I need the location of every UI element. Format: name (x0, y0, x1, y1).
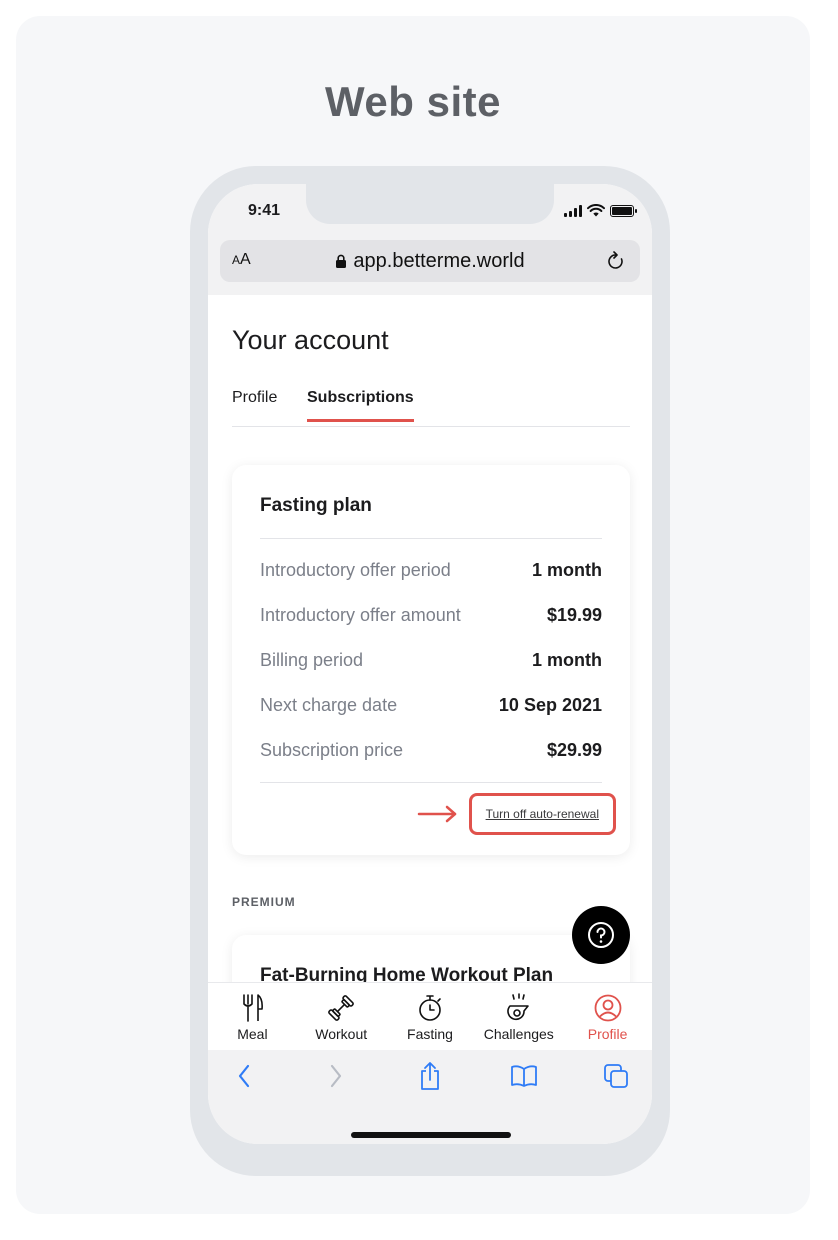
browser-chrome: 9:41 AA app.betterme.world (208, 184, 652, 295)
divider (260, 538, 602, 539)
nav-item-meal[interactable]: Meal (208, 992, 296, 1042)
share-button[interactable] (410, 1060, 450, 1092)
plan-title: Fasting plan (260, 495, 372, 516)
plan-row: Billing period 1 month (260, 647, 602, 673)
row-label: Billing period (260, 649, 364, 670)
plan-row: Introductory offer amount $19.99 (260, 602, 602, 628)
page-title: Your account (232, 325, 389, 355)
status-time: 9:41 (248, 202, 281, 219)
notch (306, 184, 554, 224)
reload-icon[interactable] (606, 250, 626, 272)
tab-subscriptions[interactable]: Subscriptions (307, 389, 414, 422)
nav-item-challenges[interactable]: Challenges (475, 992, 563, 1042)
url-text: app.betterme.world (353, 250, 525, 272)
row-label: Subscription price (260, 739, 404, 760)
phone-frame: 9:41 AA app.betterme.world Your account … (190, 166, 670, 1176)
chevron-left-icon (238, 1064, 250, 1088)
profile-icon (593, 992, 623, 1024)
highlight-box: Turn off auto-renewal (468, 793, 616, 835)
safari-toolbar (208, 1050, 652, 1144)
turn-off-auto-renewal-link[interactable]: Turn off auto-renewal (486, 807, 599, 821)
row-value: $19.99 (546, 604, 602, 625)
account-tabs: Profile Subscriptions (232, 387, 630, 427)
plan-row: Introductory offer period 1 month (260, 557, 602, 583)
nav-item-profile[interactable]: Profile (564, 992, 652, 1042)
section-label: PREMIUM (232, 895, 296, 909)
lock-icon (336, 254, 347, 269)
nav-item-workout[interactable]: Workout (297, 992, 385, 1042)
row-label: Introductory offer amount (260, 604, 461, 625)
row-value: 1 month (532, 649, 602, 670)
arrow-right-icon (417, 805, 456, 823)
whistle-icon (504, 992, 534, 1024)
question-icon (588, 922, 614, 948)
tabs-button[interactable] (596, 1060, 636, 1092)
address-bar[interactable]: AA app.betterme.world (220, 240, 640, 282)
status-icons (564, 204, 637, 217)
back-button[interactable] (224, 1060, 264, 1092)
forward-button[interactable] (316, 1060, 356, 1092)
signal-icon (564, 204, 582, 217)
book-icon (511, 1065, 537, 1087)
page-heading: Web site (325, 78, 501, 125)
nav-item-fasting[interactable]: Fasting (386, 992, 474, 1042)
tab-profile[interactable]: Profile (232, 389, 277, 407)
tabs-icon (604, 1064, 628, 1088)
home-indicator (351, 1132, 511, 1138)
row-value: 1 month (532, 559, 602, 580)
chevron-right-icon (330, 1064, 342, 1088)
web-content: Your account Profile Subscriptions Fasti… (208, 295, 652, 1055)
share-icon (421, 1062, 439, 1090)
stopwatch-icon (416, 992, 444, 1024)
row-label: Next charge date (260, 694, 398, 715)
phone-screen: 9:41 AA app.betterme.world Your account … (208, 184, 652, 1144)
dumbbell-icon (326, 992, 356, 1024)
subscription-card: Fasting plan Introductory offer period 1… (232, 465, 630, 855)
plan-row: Next charge date 10 Sep 2021 (260, 692, 602, 718)
row-value: 10 Sep 2021 (498, 694, 602, 715)
row-label: Introductory offer period (260, 559, 451, 580)
row-value: $29.99 (546, 739, 602, 760)
fork-knife-icon (239, 992, 265, 1024)
wifi-icon (587, 204, 605, 217)
presentation-card: Web site 9:41 AA app.betterme.world Your… (16, 16, 810, 1214)
divider (260, 782, 602, 783)
battery-icon (610, 204, 637, 217)
plan-row: Subscription price $29.99 (260, 737, 602, 763)
app-bottom-nav: Meal Workout Fasting Challenges Profile (208, 982, 652, 1050)
bookmarks-button[interactable] (504, 1060, 544, 1092)
help-button[interactable] (572, 906, 630, 964)
